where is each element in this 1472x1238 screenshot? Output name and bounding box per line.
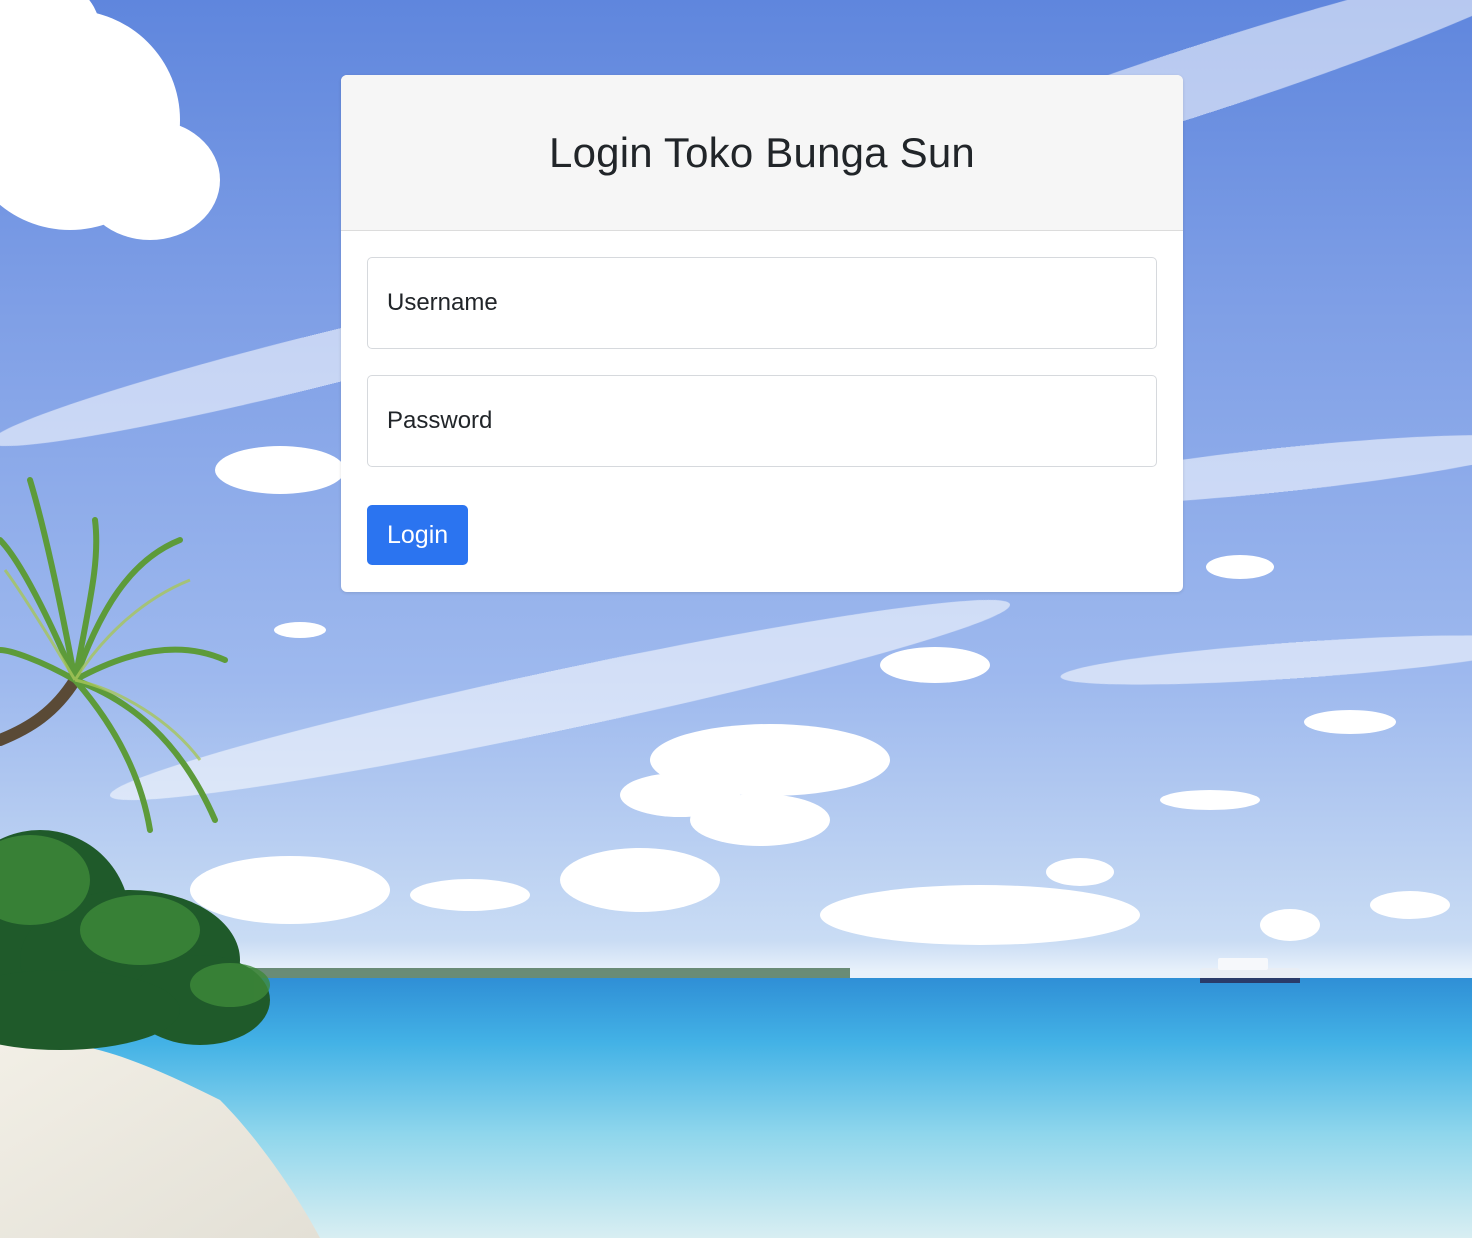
password-input[interactable] — [367, 375, 1157, 467]
login-form: Login — [341, 231, 1183, 565]
login-button[interactable]: Login — [367, 505, 469, 565]
login-page: Login Toko Bunga Sun Login — [0, 0, 1472, 1238]
login-card: Login Toko Bunga Sun Login — [341, 75, 1183, 592]
username-input[interactable] — [367, 257, 1157, 349]
login-card-header: Login Toko Bunga Sun — [341, 75, 1183, 231]
login-title: Login Toko Bunga Sun — [549, 128, 975, 176]
